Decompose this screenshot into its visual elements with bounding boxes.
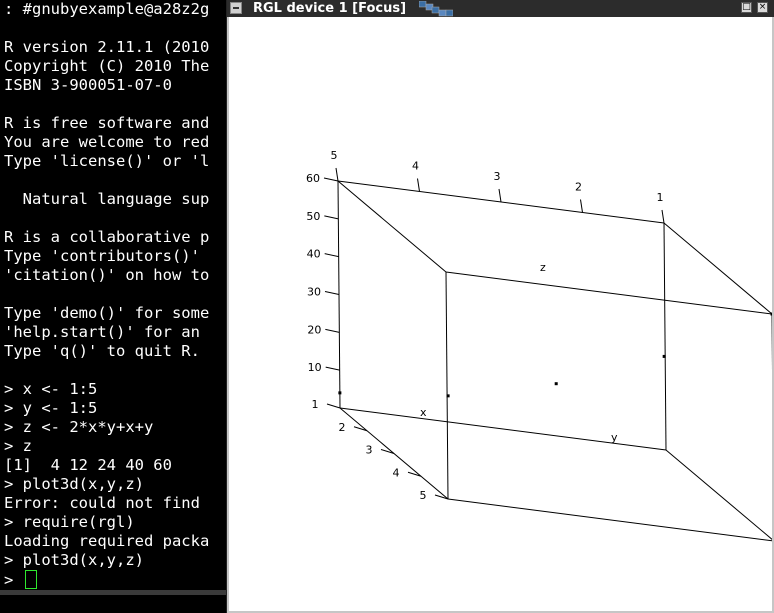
terminal-line: Copyright (C) 2010 The bbox=[4, 57, 210, 75]
z-axis-tick bbox=[324, 291, 340, 295]
data-point bbox=[554, 382, 558, 386]
z-tick-label: 50 bbox=[306, 210, 320, 223]
terminal-line: > z <- 2*x*y+x+y bbox=[4, 418, 154, 436]
z-axis-tick bbox=[323, 177, 339, 182]
3d-scatter-plot[interactable]: 1 2 3 4 5 5 4 3 2 1 10 20 30 40 50 60 x y z bbox=[229, 17, 772, 611]
bounding-box-edge bbox=[337, 180, 447, 273]
terminal-line: > y <- 1:5 bbox=[4, 399, 98, 417]
z-axis-tick bbox=[324, 253, 339, 258]
prompt-symbol: > bbox=[4, 571, 23, 589]
top-tick-label: 4 bbox=[412, 160, 419, 173]
terminal-line: > z bbox=[4, 437, 32, 455]
top-tick-label: 3 bbox=[494, 170, 501, 183]
terminal-scrollbar[interactable] bbox=[0, 590, 226, 595]
x-tick-label: 2 bbox=[339, 421, 346, 434]
data-point bbox=[338, 391, 342, 395]
top-axis-tick bbox=[417, 178, 420, 192]
terminal-line: > x <- 1:5 bbox=[4, 380, 98, 398]
top-axis-tick bbox=[335, 167, 339, 182]
terminal-line: Type 'license()' or 'l bbox=[4, 152, 210, 170]
rgl-device-window: RGL device 1 [Focus] □ × 1 2 3 4 5 5 4 3 2 1 10 20 3… bbox=[226, 0, 774, 613]
terminal-line: [1] 4 12 24 40 60 bbox=[4, 456, 172, 474]
pager-icon bbox=[419, 1, 453, 17]
bounding-box-edge bbox=[663, 222, 667, 451]
z-tick-label: 30 bbox=[307, 286, 321, 299]
bounding-box-edge bbox=[445, 271, 449, 500]
top-tick-label: 1 bbox=[657, 191, 664, 204]
bounding-box-edge bbox=[663, 222, 772, 315]
terminal-line: > plot3d(x,y,z) bbox=[4, 475, 144, 493]
rgl-plot-canvas[interactable]: 1 2 3 4 5 5 4 3 2 1 10 20 30 40 50 60 x y z bbox=[229, 17, 772, 611]
terminal-line: > require(rgl) bbox=[4, 513, 135, 531]
x-axis-label: x bbox=[420, 406, 427, 419]
terminal-line: ISBN 3-900051-07-0 bbox=[4, 76, 172, 94]
window-titlebar[interactable]: RGL device 1 [Focus] □ × bbox=[227, 0, 774, 17]
x-tick-label: 4 bbox=[393, 466, 400, 479]
terminal-line: 'citation()' on how to bbox=[4, 266, 210, 284]
maximize-button[interactable]: □ bbox=[741, 2, 752, 13]
terminal-output: : #gnubyexample@a28z2g R version 2.11.1 (… bbox=[4, 0, 226, 589]
z-axis-tick bbox=[325, 366, 340, 371]
bounding-box-edge bbox=[447, 498, 772, 542]
window-menu-icon[interactable] bbox=[230, 2, 242, 14]
terminal-line: Natural language sup bbox=[4, 190, 210, 208]
top-tick-label: 2 bbox=[575, 181, 582, 194]
z-axis-tick bbox=[324, 215, 339, 220]
bounding-box-edge bbox=[665, 449, 772, 540]
x-tick-label: 1 bbox=[312, 398, 319, 411]
terminal-line: Loading required packa bbox=[4, 532, 210, 550]
x-axis-tick bbox=[326, 403, 341, 409]
terminal-line: Type 'contributors()' bbox=[4, 247, 200, 265]
y-axis-label: y bbox=[611, 431, 618, 444]
terminal-line: You are welcome to red bbox=[4, 133, 210, 151]
terminal-line: 'help.start()' for an bbox=[4, 323, 200, 341]
terminal-window[interactable]: : #gnubyexample@a28z2g R version 2.11.1 (… bbox=[0, 0, 226, 613]
z-tick-label: 40 bbox=[307, 248, 321, 261]
terminal-line: Error: could not find bbox=[4, 494, 200, 512]
x-tick-label: 3 bbox=[366, 444, 373, 457]
z-tick-label: 20 bbox=[307, 323, 321, 336]
close-button[interactable]: × bbox=[757, 2, 768, 13]
x-tick-label: 5 bbox=[420, 489, 427, 502]
top-axis-tick bbox=[580, 199, 583, 213]
terminal-line: Type 'q()' to quit R. bbox=[4, 342, 200, 360]
top-axis-tick bbox=[661, 209, 665, 224]
top-tick-label: 5 bbox=[331, 149, 338, 162]
z-axis-label: z bbox=[540, 261, 546, 274]
terminal-prompt[interactable]: > bbox=[4, 570, 226, 589]
z-axis-tick bbox=[325, 328, 340, 333]
window-title: RGL device 1 [Focus] bbox=[253, 1, 407, 16]
bounding-box-edge bbox=[445, 271, 772, 315]
terminal-line: : #gnubyexample@a28z2g bbox=[4, 0, 210, 18]
data-point bbox=[662, 354, 666, 358]
terminal-line: > plot3d(x,y,z) bbox=[4, 551, 144, 569]
data-point bbox=[770, 312, 772, 316]
data-point bbox=[446, 394, 450, 398]
terminal-line: Type 'demo()' for some bbox=[4, 304, 210, 322]
z-tick-label: 10 bbox=[308, 361, 322, 374]
top-axis-tick bbox=[498, 188, 502, 203]
terminal-line: R is a collaborative p bbox=[4, 228, 210, 246]
terminal-line: R version 2.11.1 (2010 bbox=[4, 38, 210, 56]
z-tick-label: 60 bbox=[306, 172, 320, 185]
terminal-line: R is free software and bbox=[4, 114, 210, 132]
text-cursor bbox=[24, 570, 37, 589]
